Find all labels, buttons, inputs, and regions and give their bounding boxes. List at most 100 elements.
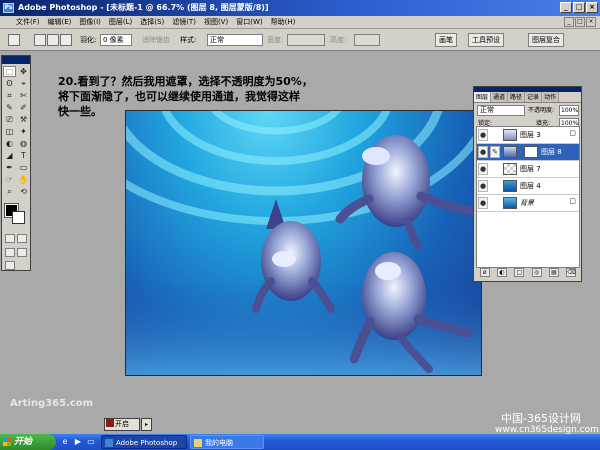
delete-layer-icon[interactable]: ⌫	[566, 268, 577, 277]
menu-filter[interactable]: 滤镜(T)	[168, 16, 200, 29]
doc-close-button[interactable]: ×	[586, 17, 596, 27]
menu-help[interactable]: 帮助(H)	[267, 16, 300, 29]
taskbar-item-photoshop[interactable]: Adobe Photoshop -...	[101, 435, 187, 449]
tool-button[interactable]: ⌕	[3, 186, 16, 197]
layer-row[interactable]: ● 背景 ▢	[477, 195, 579, 212]
tab-paths[interactable]: 路径	[508, 92, 526, 102]
style-select[interactable]: 正常	[207, 34, 263, 46]
quick-mask-button[interactable]	[17, 234, 27, 243]
tutorial-line-2: 将下面渐隐了，也可以继续使用通道，我觉得这样	[58, 90, 300, 103]
jump-to-buttons	[5, 261, 15, 270]
menu-layer[interactable]: 图层(L)	[105, 16, 136, 29]
new-selection-icon[interactable]	[34, 34, 46, 46]
close-button[interactable]: ×	[586, 2, 598, 13]
new-layer-icon[interactable]: ▤	[548, 268, 559, 277]
layer-row-selected[interactable]: ● ✎ 图层 8	[477, 144, 579, 161]
blend-mode-select[interactable]: 正常	[477, 105, 525, 116]
open-button-label: 开启	[115, 420, 129, 428]
visibility-eye-icon[interactable]: ●	[478, 146, 488, 158]
desktop-icon[interactable]: ▭	[86, 437, 96, 447]
tool-button[interactable]: ✥	[17, 66, 30, 77]
width-input[interactable]	[287, 34, 325, 46]
mask-mode-buttons	[5, 234, 27, 243]
standard-mode-button[interactable]	[5, 234, 15, 243]
tool-button[interactable]: ▭	[17, 162, 30, 173]
link-layers-icon[interactable]: ø	[479, 268, 490, 277]
tool-button[interactable]: ☞	[3, 174, 16, 185]
visibility-eye-icon[interactable]: ●	[478, 163, 488, 175]
menu-image[interactable]: 图像(I)	[75, 16, 105, 29]
tool-button[interactable]: ⟲	[17, 186, 30, 197]
menu-file[interactable]: 文件(F)	[12, 16, 44, 29]
menu-edit[interactable]: 编辑(E)	[44, 16, 76, 29]
maximize-button[interactable]: □	[573, 2, 585, 13]
layer-name: 图层 4	[520, 182, 541, 190]
tab-history[interactable]: 记录	[525, 92, 543, 102]
add-to-selection-icon[interactable]	[47, 34, 59, 46]
tool-button[interactable]: ✐	[17, 102, 30, 113]
brushes-palette-well[interactable]: 画笔	[435, 33, 457, 47]
taskbar-item-my-computer[interactable]: 我的电脑	[190, 435, 264, 449]
media-icon[interactable]: ▶	[73, 437, 83, 447]
jump-to-imageready-button[interactable]	[5, 261, 15, 270]
tool-button[interactable]: ◐	[3, 138, 16, 149]
menu-select[interactable]: 选择(S)	[136, 16, 168, 29]
layer-mask-thumbnail[interactable]	[524, 146, 538, 158]
tab-channels[interactable]: 通道	[491, 92, 509, 102]
tool-button[interactable]: ⌖	[17, 78, 30, 89]
antialias-checkbox[interactable]: 消除锯齿	[142, 34, 170, 46]
tool-button[interactable]: ✋	[17, 174, 30, 185]
visibility-eye-icon[interactable]: ●	[478, 197, 488, 209]
tab-actions[interactable]: 动作	[542, 92, 560, 102]
tab-layers[interactable]: 图层	[474, 92, 492, 102]
layer-row[interactable]: ● 图层 7	[477, 161, 579, 178]
layer-row[interactable]: ● 图层 4	[477, 178, 579, 195]
visibility-eye-icon[interactable]: ●	[478, 129, 488, 141]
tool-button[interactable]: T	[17, 150, 30, 161]
height-input[interactable]	[354, 34, 380, 46]
tool-button[interactable]: ✄	[17, 90, 30, 101]
document-canvas[interactable]	[125, 110, 482, 376]
window-controls: _ □ ×	[560, 2, 598, 13]
standard-screen-button[interactable]	[5, 248, 15, 257]
ie-icon[interactable]: e	[60, 437, 70, 447]
layer-thumbnail	[503, 129, 517, 141]
tool-button[interactable]: ⌗	[3, 90, 16, 101]
layer-style-icon[interactable]: ◐	[496, 268, 507, 277]
add-mask-icon[interactable]: □	[514, 268, 525, 277]
adjustment-layer-icon[interactable]: ◎	[531, 268, 542, 277]
tool-button[interactable]: ✦	[17, 126, 30, 137]
start-button[interactable]: 开始	[0, 434, 56, 450]
tool-button[interactable]: ◫	[3, 126, 16, 137]
full-screen-menu-button[interactable]	[17, 248, 27, 257]
status-menu-button[interactable]: ▸	[141, 418, 152, 431]
layer-row[interactable]: ● 图层 3 ▢	[477, 127, 579, 144]
layer-thumbnail	[503, 180, 517, 192]
doc-minimize-button[interactable]: _	[564, 17, 574, 27]
tool-button[interactable]: ✎	[3, 102, 16, 113]
tool-button[interactable]: ʘ	[3, 78, 16, 89]
menu-window[interactable]: 窗口(W)	[232, 16, 266, 29]
layer-thumbnail	[503, 146, 517, 158]
tool-button[interactable]: ⬚	[3, 66, 16, 77]
open-button[interactable]: 开启	[104, 418, 140, 431]
menu-view[interactable]: 视图(V)	[200, 16, 232, 29]
marquee-tool-preset-icon[interactable]	[8, 34, 20, 46]
tool-button[interactable]: ◍	[17, 138, 30, 149]
visibility-eye-icon[interactable]: ●	[478, 180, 488, 192]
opacity-input[interactable]: 100%	[559, 105, 579, 116]
feather-input[interactable]: 0 像素	[100, 34, 132, 46]
minimize-button[interactable]: _	[560, 2, 572, 13]
background-color-swatch[interactable]	[12, 211, 25, 224]
tool-button[interactable]: ⎚	[3, 114, 16, 125]
layer-name: 背景	[520, 199, 534, 207]
subtract-selection-icon[interactable]	[60, 34, 72, 46]
doc-restore-button[interactable]: □	[575, 17, 585, 27]
layer-comps-palette-well[interactable]: 图层复合	[528, 33, 564, 47]
tool-button[interactable]: ✒	[3, 162, 16, 173]
photoshop-app-icon: Ps	[3, 3, 14, 13]
dolphin-artwork	[126, 111, 481, 375]
tool-button[interactable]: ◢	[3, 150, 16, 161]
tool-presets-palette-well[interactable]: 工具预设	[468, 33, 504, 47]
tool-button[interactable]: ⚒	[17, 114, 30, 125]
